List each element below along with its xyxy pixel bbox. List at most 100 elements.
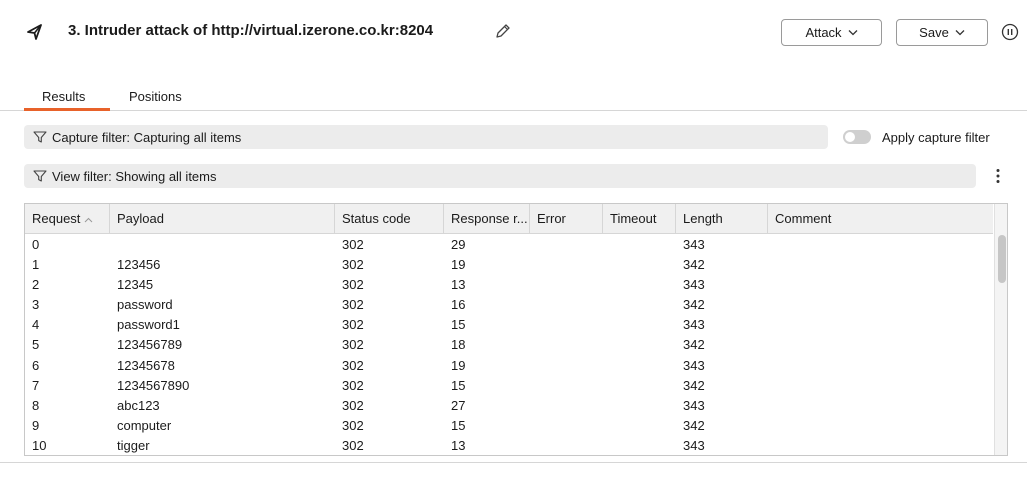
cell-timeout <box>603 255 610 275</box>
table-row[interactable]: 9 computer 302 15 342 <box>25 416 993 436</box>
cell-request: 1 <box>32 257 40 273</box>
cell-payload: 1234567890 <box>117 377 190 393</box>
cell-timeout <box>603 315 610 335</box>
cell-length: 342 <box>683 337 705 353</box>
cell-payload: tigger <box>117 437 150 453</box>
column-header-comment[interactable]: Comment <box>768 204 993 234</box>
cell-error <box>530 335 537 355</box>
cell-request: 9 <box>32 417 40 433</box>
cell-response-received: 15 <box>451 317 466 333</box>
cell-request: 3 <box>32 297 40 313</box>
apply-capture-filter-toggle[interactable] <box>843 130 871 144</box>
cell-error <box>530 356 537 376</box>
toggle-knob <box>845 132 855 142</box>
tab-positions[interactable]: Positions <box>129 89 182 104</box>
cell-payload: computer <box>117 417 172 433</box>
cell-error <box>530 295 537 315</box>
cell-comment <box>768 436 775 455</box>
table-row[interactable]: 1 123456 302 19 342 <box>25 255 993 275</box>
save-button[interactable]: Save <box>896 19 988 46</box>
cell-error <box>530 235 537 255</box>
column-header-timeout[interactable]: Timeout <box>603 204 676 234</box>
vertical-scrollbar[interactable] <box>994 204 1007 455</box>
cell-timeout <box>603 416 610 436</box>
cell-status-code: 302 <box>342 437 364 453</box>
cell-comment <box>768 396 775 416</box>
cell-error <box>530 416 537 436</box>
cell-timeout <box>603 275 610 295</box>
scrollbar-thumb[interactable] <box>998 235 1006 283</box>
cell-timeout <box>603 335 610 355</box>
chevron-down-icon <box>955 30 965 36</box>
tab-results[interactable]: Results <box>42 89 85 104</box>
cell-error <box>530 315 537 335</box>
cell-payload: 123456789 <box>117 337 183 353</box>
view-filter-text: View filter: Showing all items <box>52 168 217 184</box>
column-header-error[interactable]: Error <box>530 204 603 234</box>
table-row[interactable]: 7 1234567890 302 15 342 <box>25 376 993 396</box>
cell-request: 8 <box>32 397 40 413</box>
column-header-status-code[interactable]: Status code <box>335 204 444 234</box>
capture-filter-text: Capture filter: Capturing all items <box>52 129 242 145</box>
cell-request: 10 <box>32 437 47 453</box>
save-button-label: Save <box>919 25 949 40</box>
table-row[interactable]: 10 tigger 302 13 343 <box>25 436 993 455</box>
table-row[interactable]: 3 password 302 16 342 <box>25 295 993 315</box>
cell-response-received: 16 <box>451 297 466 313</box>
table-row[interactable]: 8 abc123 302 27 343 <box>25 396 993 416</box>
cell-comment <box>768 335 775 355</box>
cell-status-code: 302 <box>342 277 364 293</box>
view-filter-bar[interactable]: View filter: Showing all items <box>24 164 976 188</box>
cell-status-code: 302 <box>342 337 364 353</box>
column-header-response-received[interactable]: Response r... <box>444 204 530 234</box>
cell-comment <box>768 416 775 436</box>
table-row[interactable]: 2 12345 302 13 343 <box>25 275 993 295</box>
cell-request: 4 <box>32 317 40 333</box>
cell-comment <box>768 295 775 315</box>
cell-length: 343 <box>683 277 705 293</box>
table-row[interactable]: 0 302 29 343 <box>25 235 993 255</box>
active-tab-indicator <box>24 108 110 111</box>
column-header-length[interactable]: Length <box>676 204 768 234</box>
cell-timeout <box>603 436 610 455</box>
cell-length: 343 <box>683 437 705 453</box>
cell-request: 7 <box>32 377 40 393</box>
cell-status-code: 302 <box>342 257 364 273</box>
cell-error <box>530 436 537 455</box>
cell-request: 0 <box>32 237 40 252</box>
cell-response-received: 18 <box>451 337 466 353</box>
cell-request: 5 <box>32 337 40 353</box>
cell-timeout <box>603 295 610 315</box>
table-row[interactable]: 4 password1 302 15 343 <box>25 315 993 335</box>
cell-response-received: 19 <box>451 257 466 273</box>
cell-status-code: 302 <box>342 357 364 373</box>
pencil-icon[interactable] <box>494 22 512 40</box>
cell-payload: 12345678 <box>117 357 175 373</box>
pause-icon[interactable] <box>1000 22 1020 42</box>
chevron-down-icon <box>848 30 858 36</box>
cell-comment <box>768 356 775 376</box>
cell-error <box>530 275 537 295</box>
cell-response-received: 19 <box>451 357 466 373</box>
table-body: 0 302 29 343 1 123456 302 19 342 2 12345 302 13 343 3 p… <box>25 235 993 455</box>
table-row[interactable]: 5 123456789 302 18 342 <box>25 335 993 355</box>
cell-length: 342 <box>683 417 705 433</box>
cell-response-received: 27 <box>451 397 466 413</box>
cell-payload <box>110 235 117 255</box>
title-bar: 3. Intruder attack of http://virtual.ize… <box>0 0 1027 64</box>
tab-bar: Results Positions <box>0 84 1027 111</box>
column-header-request[interactable]: Request <box>25 204 110 234</box>
cell-request: 2 <box>32 277 40 293</box>
more-options-icon[interactable] <box>988 166 1008 186</box>
cell-response-received: 15 <box>451 377 466 393</box>
cell-timeout <box>603 396 610 416</box>
sort-ascending-icon <box>85 217 93 222</box>
cell-error <box>530 396 537 416</box>
attack-button[interactable]: Attack <box>781 19 882 46</box>
column-header-payload[interactable]: Payload <box>110 204 335 234</box>
cell-comment <box>768 376 775 396</box>
cell-status-code: 302 <box>342 377 364 393</box>
table-row[interactable]: 6 12345678 302 19 343 <box>25 356 993 376</box>
cell-status-code: 302 <box>342 417 364 433</box>
capture-filter-bar[interactable]: Capture filter: Capturing all items <box>24 125 828 149</box>
